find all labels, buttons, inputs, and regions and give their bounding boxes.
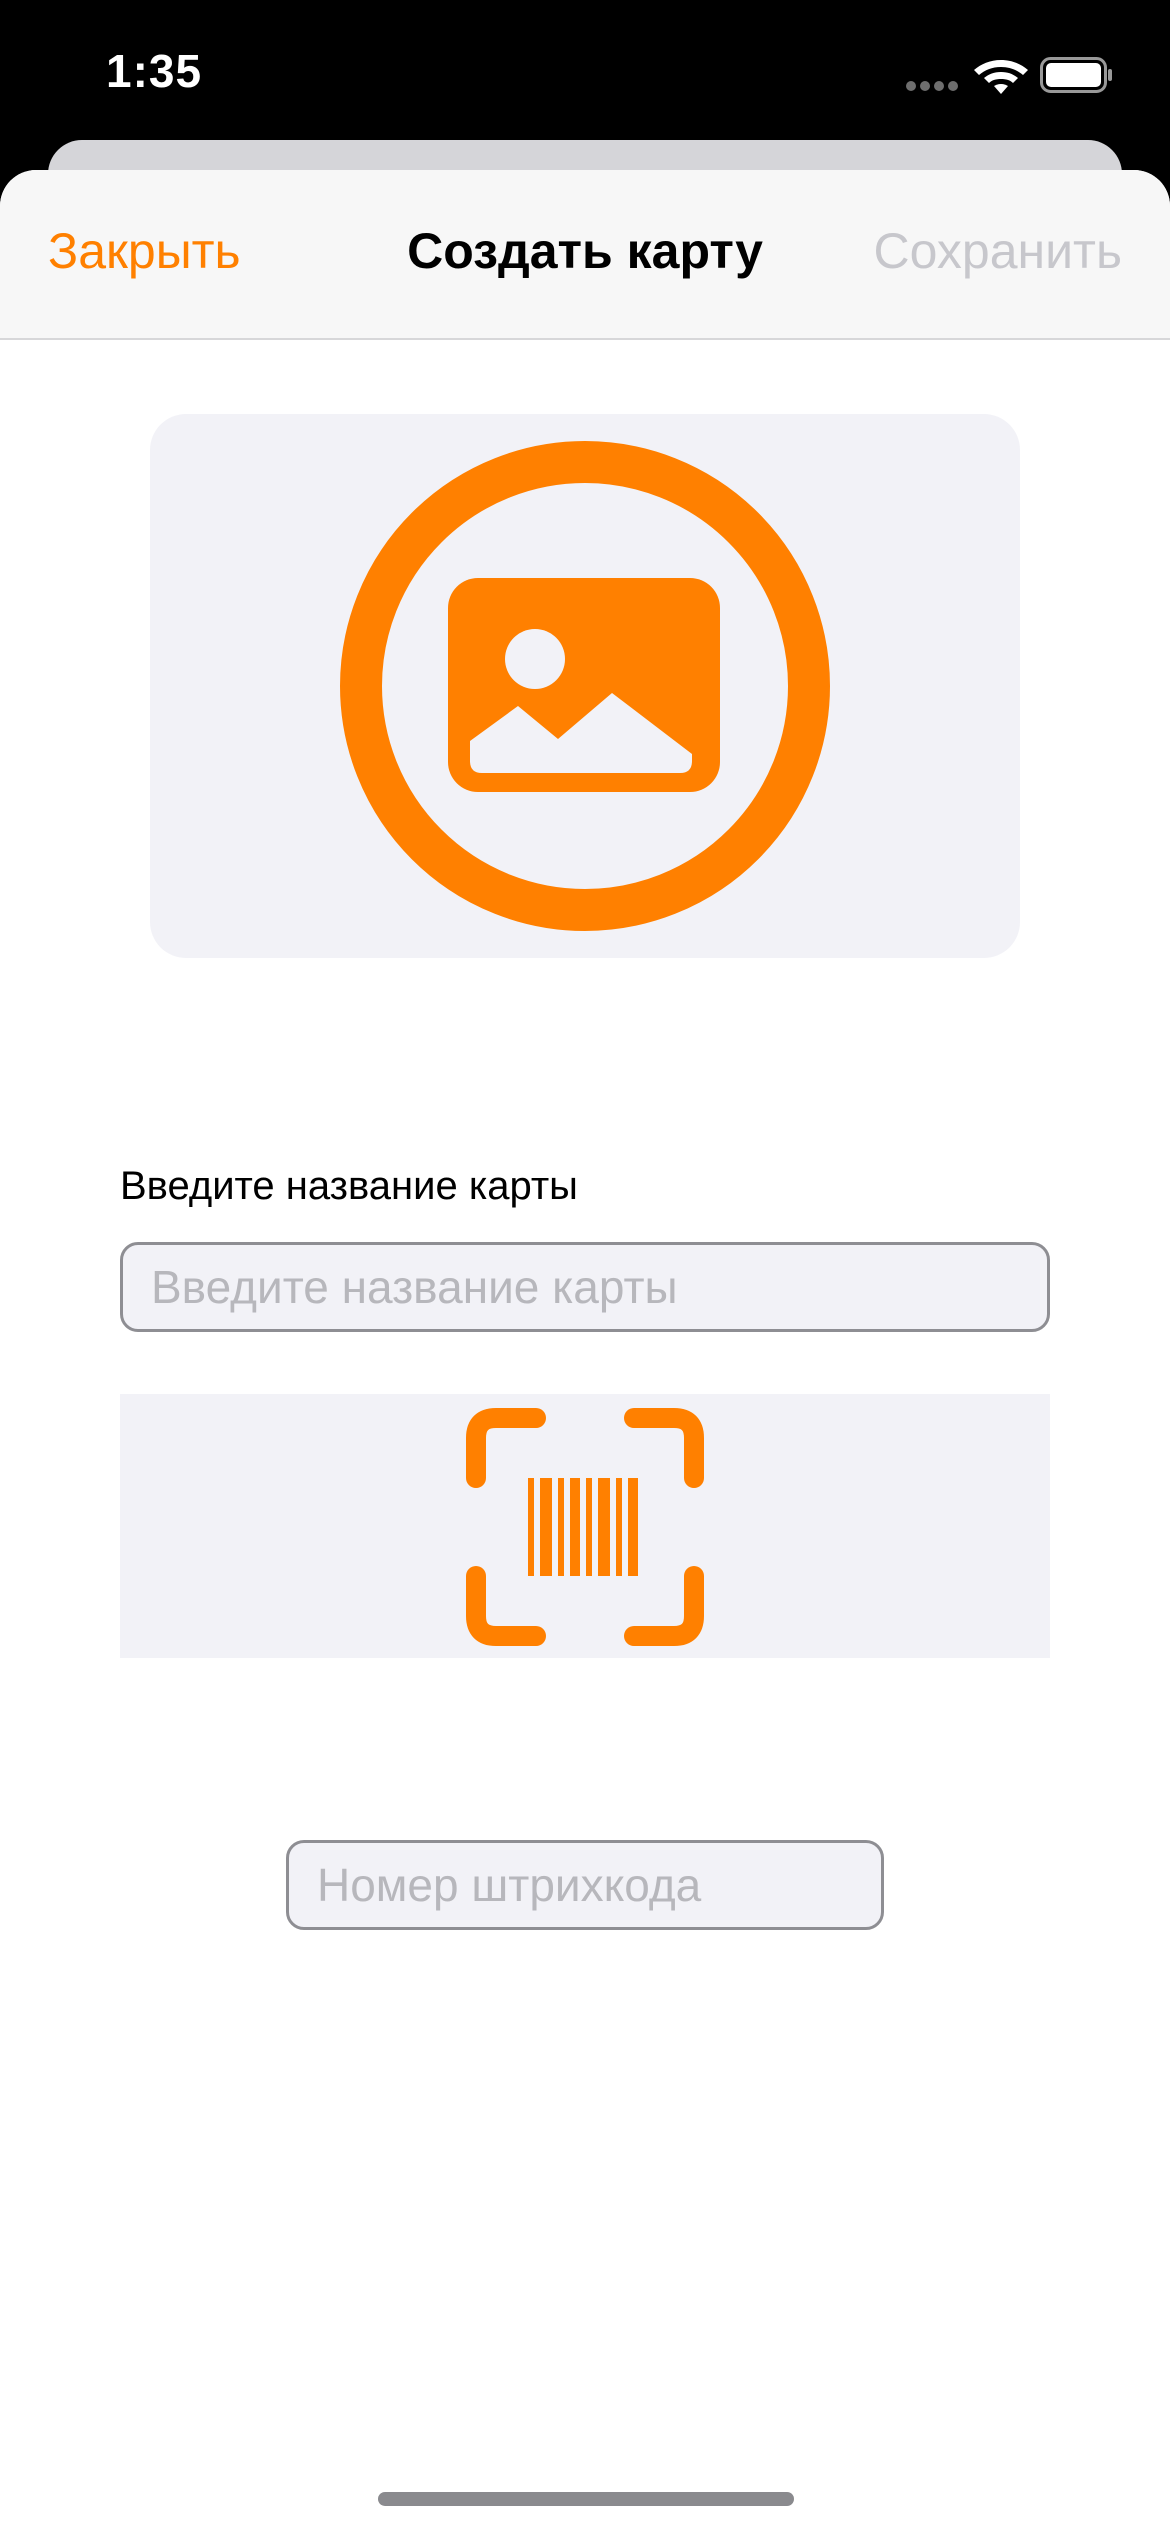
wifi-icon [974, 60, 1028, 94]
close-button[interactable]: Закрыть [48, 222, 241, 280]
home-indicator[interactable] [378, 2492, 794, 2506]
save-button[interactable]: Сохранить [874, 222, 1122, 280]
signal-dots-icon [906, 81, 960, 91]
status-time: 1:35 [106, 45, 203, 97]
navigation-bar: Закрыть Создать карту Сохранить [0, 170, 1170, 340]
card-name-label: Введите название карты [120, 1164, 578, 1208]
create-card-sheet: Закрыть Создать карту Сохранить Введите … [0, 170, 1170, 2532]
card-image-picker[interactable] [150, 414, 1020, 958]
photo-circle-icon [340, 441, 830, 931]
barcode-viewfinder-icon [466, 1408, 704, 1646]
card-name-input[interactable] [120, 1242, 1050, 1332]
barcode-scan-button[interactable] [120, 1394, 1050, 1658]
status-bar: 1:35 [0, 0, 1170, 150]
barcode-number-input[interactable] [286, 1840, 884, 1930]
battery-icon [1040, 57, 1112, 93]
